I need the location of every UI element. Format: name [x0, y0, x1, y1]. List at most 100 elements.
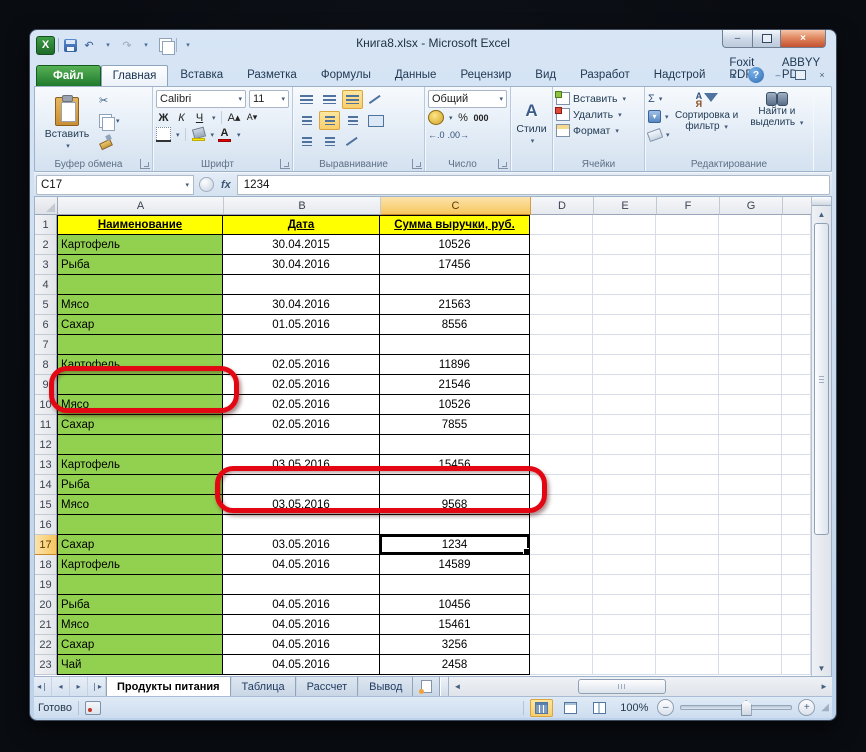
cell-C4[interactable]: [380, 275, 530, 295]
cell-G11[interactable]: [719, 415, 782, 435]
cell-E20[interactable]: [593, 595, 656, 615]
cell-C18[interactable]: 14589: [380, 555, 530, 575]
decrease-indent-button[interactable]: [296, 132, 317, 151]
cell-D18[interactable]: [530, 555, 593, 575]
cell-D8[interactable]: [530, 355, 593, 375]
cell-A13[interactable]: Картофель: [57, 455, 223, 475]
increase-indent-button[interactable]: [319, 132, 340, 151]
align-bottom-button[interactable]: [342, 90, 363, 109]
row-header-20[interactable]: 20: [35, 595, 57, 615]
column-header-F[interactable]: F: [657, 197, 720, 215]
align-right-button[interactable]: [342, 111, 363, 130]
cell-C21[interactable]: 15461: [380, 615, 530, 635]
cell-C6[interactable]: 8556: [380, 315, 530, 335]
cell-A16[interactable]: [57, 515, 223, 535]
cell-F7[interactable]: [656, 335, 719, 355]
cell-G17[interactable]: [719, 535, 782, 555]
cell-A2[interactable]: Картофель: [57, 235, 223, 255]
cell-D1[interactable]: [530, 215, 593, 235]
cell-D20[interactable]: [530, 595, 593, 615]
bold-button[interactable]: Ж: [156, 110, 171, 125]
scroll-up-arrow[interactable]: ▲: [812, 206, 831, 222]
cell-D11[interactable]: [530, 415, 593, 435]
zoom-in-button[interactable]: +: [798, 699, 815, 716]
doc-minimize-button[interactable]: –: [770, 68, 786, 83]
cell-F8[interactable]: [656, 355, 719, 375]
vertical-scrollbar[interactable]: ▲ ▼: [811, 197, 831, 676]
accounting-format-button[interactable]: [428, 110, 444, 125]
cell-B21[interactable]: 04.05.2016: [223, 615, 380, 635]
cell-F2[interactable]: [656, 235, 719, 255]
cell-G6[interactable]: [719, 315, 782, 335]
italic-button[interactable]: К: [174, 110, 189, 125]
cell-G19[interactable]: [719, 575, 782, 595]
cell-G7[interactable]: [719, 335, 782, 355]
cell-A18[interactable]: Картофель: [57, 555, 223, 575]
row-header-19[interactable]: 19: [35, 575, 57, 595]
cell-F12[interactable]: [656, 435, 719, 455]
cut-button[interactable]: ✂: [96, 92, 123, 109]
cell-B5[interactable]: 30.04.2016: [223, 295, 380, 315]
cell-B3[interactable]: 30.04.2016: [223, 255, 380, 275]
cell-D4[interactable]: [530, 275, 593, 295]
font-size-select[interactable]: 11▾: [249, 90, 289, 108]
cell-G4[interactable]: [719, 275, 782, 295]
doc-close-button[interactable]: ×: [814, 68, 830, 83]
horizontal-scroll-track[interactable]: [465, 677, 816, 696]
vertical-scroll-thumb[interactable]: [814, 223, 829, 535]
cell-B10[interactable]: 02.05.2016: [223, 395, 380, 415]
cell-G16[interactable]: [719, 515, 782, 535]
cell-G8[interactable]: [719, 355, 782, 375]
cell-F20[interactable]: [656, 595, 719, 615]
cell-D3[interactable]: [530, 255, 593, 275]
number-format-select[interactable]: Общий▾: [428, 90, 507, 108]
scroll-right-arrow[interactable]: ►: [816, 677, 832, 696]
insert-worksheet-button[interactable]: [413, 677, 440, 696]
align-center-button[interactable]: [319, 111, 340, 130]
cell-E15[interactable]: [593, 495, 656, 515]
first-sheet-button[interactable]: ◂❘: [34, 677, 52, 696]
grow-font-button[interactable]: A▴: [227, 110, 242, 125]
cell-E9[interactable]: [593, 375, 656, 395]
cell-C11[interactable]: 7855: [380, 415, 530, 435]
cell-E7[interactable]: [593, 335, 656, 355]
cell-A19[interactable]: [57, 575, 223, 595]
cell-F1[interactable]: [656, 215, 719, 235]
cell-B16[interactable]: [223, 515, 380, 535]
cell-F9[interactable]: [656, 375, 719, 395]
cell-G5[interactable]: [719, 295, 782, 315]
row-header-18[interactable]: 18: [35, 555, 57, 575]
cell-C9[interactable]: 21546: [380, 375, 530, 395]
decrease-decimal-button[interactable]: .00→: [448, 127, 470, 142]
cell-A5[interactable]: Мясо: [57, 295, 223, 315]
cell-E22[interactable]: [593, 635, 656, 655]
sheet-tab-рассчет[interactable]: Рассчет: [296, 677, 359, 696]
cell-E21[interactable]: [593, 615, 656, 635]
ribbon-tab-разработ[interactable]: Разработ: [568, 64, 642, 86]
align-left-button[interactable]: [296, 111, 317, 130]
cell-G1[interactable]: [719, 215, 782, 235]
cell-G9[interactable]: [719, 375, 782, 395]
row-header-23[interactable]: 23: [35, 655, 57, 675]
cell-A11[interactable]: Сахар: [57, 415, 223, 435]
sheet-tab-продукты-питания[interactable]: Продукты питания: [106, 677, 231, 696]
cell-A1[interactable]: Наименование: [57, 215, 223, 235]
cell-A12[interactable]: [57, 435, 223, 455]
cell-A4[interactable]: [57, 275, 223, 295]
ribbon-tab-данные[interactable]: Данные: [383, 64, 449, 86]
row-header-11[interactable]: 11: [35, 415, 57, 435]
cell-B6[interactable]: 01.05.2016: [223, 315, 380, 335]
cell-A21[interactable]: Мясо: [57, 615, 223, 635]
cell-D12[interactable]: [530, 435, 593, 455]
cell-F10[interactable]: [656, 395, 719, 415]
shrink-font-button[interactable]: A▾: [245, 110, 260, 125]
record-macro-icon[interactable]: [85, 701, 101, 715]
cell-E14[interactable]: [593, 475, 656, 495]
row-header-13[interactable]: 13: [35, 455, 57, 475]
cell-A7[interactable]: [57, 335, 223, 355]
zoom-out-button[interactable]: –: [657, 699, 674, 716]
fill-button[interactable]: ▾▾: [648, 109, 670, 124]
cell-A14[interactable]: Рыба: [57, 475, 223, 495]
cell-C8[interactable]: 11896: [380, 355, 530, 375]
row-header-5[interactable]: 5: [35, 295, 57, 315]
